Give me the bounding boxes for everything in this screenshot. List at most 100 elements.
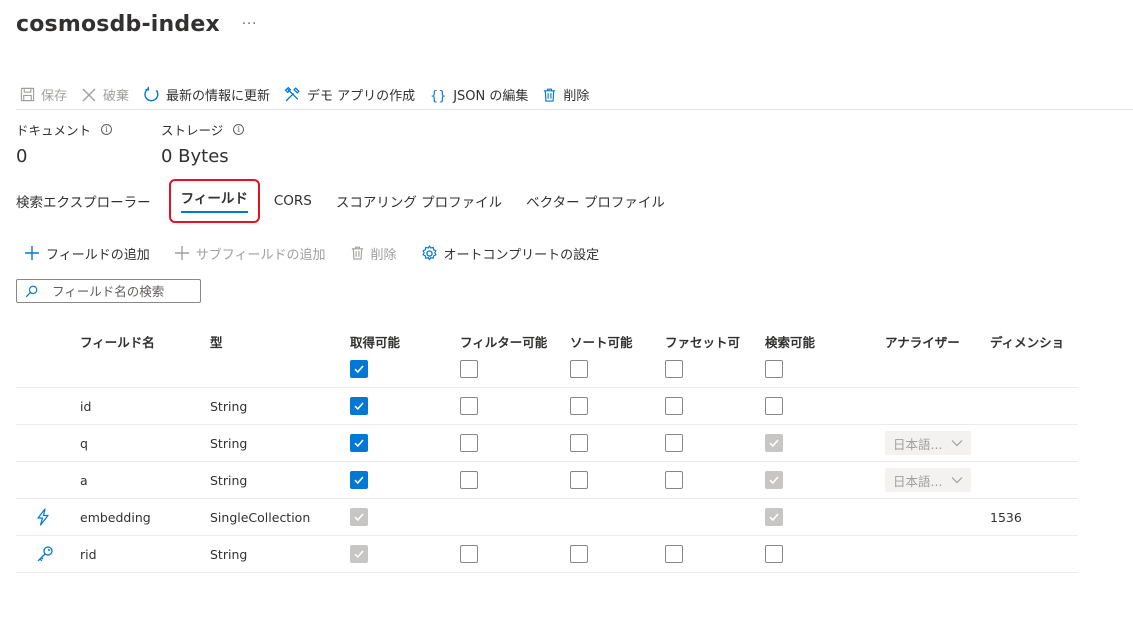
chevron-down-icon (951, 440, 963, 447)
svg-text:{}: {} (430, 89, 447, 103)
filterable-checkbox[interactable] (460, 397, 478, 415)
field-search-input[interactable] (52, 283, 192, 299)
fields-table: フィールド名 型 取得可能 フィルター可能 ソート可能 ファセット可 検索可能 … (16, 322, 1078, 573)
analyzer-dropdown: 日本語... (885, 468, 971, 492)
column-header-retrievable[interactable]: 取得可能 (350, 332, 400, 351)
retrievable-checkbox[interactable] (350, 397, 368, 415)
tab-scoring-profiles[interactable]: スコアリング プロファイル (336, 191, 502, 211)
create-demo-app-label: デモ アプリの作成 (307, 89, 416, 104)
select-all-filterable-checkbox[interactable] (460, 360, 478, 378)
table-row[interactable]: embedding SingleCollection 1536 (16, 499, 1078, 536)
filterable-checkbox[interactable] (460, 434, 478, 452)
delete-index-button[interactable]: 削除 (538, 81, 593, 109)
edit-json-button[interactable]: {} JSON の編集 (425, 81, 532, 109)
field-type: SingleCollection (210, 509, 311, 525)
sortable-checkbox[interactable] (570, 434, 588, 452)
braces-icon: {} (430, 89, 447, 103)
title-row: cosmosdb-index ··· (16, 8, 257, 40)
tab-cors[interactable]: CORS (274, 193, 312, 209)
discard-button[interactable]: 破棄 (77, 81, 133, 109)
table-row[interactable]: id String (16, 388, 1078, 425)
trash-icon (544, 88, 556, 102)
field-type: String (210, 472, 248, 488)
facetable-checkbox[interactable] (665, 434, 683, 452)
column-header-facetable[interactable]: ファセット可 (665, 332, 745, 351)
fields-commandbar: フィールドの追加 サブフィールドの追加 削除 オートコンプリートの設定 (24, 240, 623, 266)
column-header-filterable[interactable]: フィルター可能 (460, 332, 550, 351)
analyzer-value: 日本語... (893, 436, 943, 452)
select-all-retrievable-checkbox[interactable] (350, 360, 368, 378)
select-all-sortable-checkbox[interactable] (570, 360, 588, 378)
metrics: ドキュメント i 0 ストレージ i 0 Bytes (16, 120, 306, 167)
save-icon (20, 87, 35, 102)
refresh-button[interactable]: 最新の情報に更新 (139, 81, 274, 109)
field-name[interactable]: rid (80, 536, 97, 572)
storage-label: ストレージ (161, 122, 224, 138)
facetable-checkbox[interactable] (665, 545, 683, 563)
select-all-searchable-checkbox[interactable] (765, 360, 783, 378)
retrievable-checkbox[interactable] (350, 471, 368, 489)
more-options-button[interactable]: ··· (242, 17, 257, 32)
column-header-type[interactable]: 型 (210, 332, 223, 351)
facetable-checkbox[interactable] (665, 471, 683, 489)
autocomplete-settings-button[interactable]: オートコンプリートの設定 (421, 244, 600, 263)
field-name[interactable]: embedding (80, 499, 151, 535)
analyzer-dropdown: 日本語... (885, 431, 971, 455)
field-name[interactable]: q (80, 425, 88, 461)
searchable-checkbox[interactable] (765, 397, 783, 415)
save-button[interactable]: 保存 (16, 81, 71, 109)
field-search-box[interactable] (16, 279, 201, 303)
refresh-label: 最新の情報に更新 (166, 89, 271, 104)
field-type: String (210, 435, 248, 451)
retrievable-checkbox (350, 508, 368, 526)
facetable-checkbox[interactable] (665, 397, 683, 415)
sortable-checkbox[interactable] (570, 471, 588, 489)
plus-icon (174, 246, 189, 260)
documents-metric: ドキュメント i 0 (16, 120, 161, 167)
delete-index-label: 削除 (563, 89, 590, 104)
dimensions-value: 1536 (990, 509, 1022, 525)
field-type: String (210, 398, 248, 414)
tab-vector-profiles[interactable]: ベクター プロファイル (526, 191, 665, 211)
analyzer-value: 日本語... (893, 473, 943, 489)
table-row[interactable]: rid String (16, 536, 1078, 573)
filterable-checkbox[interactable] (460, 545, 478, 563)
autocomplete-settings-label: オートコンプリートの設定 (443, 247, 600, 263)
tab-search-explorer[interactable]: 検索エクスプローラー (16, 191, 151, 211)
discard-label: 破棄 (103, 89, 130, 104)
sortable-checkbox[interactable] (570, 545, 588, 563)
searchable-checkbox (765, 434, 783, 452)
sortable-checkbox[interactable] (570, 397, 588, 415)
toolbar: 保存 破棄 最新の情報に更新 デモ アプリの作成 {} JSON の編集 削除 (16, 80, 1133, 110)
table-row[interactable]: q String 日本語... (16, 425, 1078, 462)
column-header-searchable[interactable]: 検索可能 (765, 332, 815, 351)
close-icon (82, 88, 96, 101)
field-name[interactable]: id (80, 388, 91, 424)
info-icon[interactable]: i (101, 123, 113, 135)
filterable-checkbox[interactable] (460, 471, 478, 489)
searchable-checkbox[interactable] (765, 545, 783, 563)
create-demo-app-button[interactable]: デモ アプリの作成 (280, 81, 419, 109)
chevron-down-icon (951, 477, 963, 484)
retrievable-checkbox[interactable] (350, 434, 368, 452)
table-row[interactable]: a String 日本語... (16, 462, 1078, 499)
column-header-sortable[interactable]: ソート可能 (570, 332, 633, 351)
tab-fields[interactable]: フィールド (168, 179, 260, 223)
searchable-checkbox (765, 508, 783, 526)
table-header: フィールド名 型 取得可能 フィルター可能 ソート可能 ファセット可 検索可能 … (16, 322, 1078, 388)
info-icon[interactable]: i (233, 123, 245, 135)
searchable-checkbox (765, 471, 783, 489)
column-header-analyzer[interactable]: アナライザー (885, 332, 960, 351)
column-header-name[interactable]: フィールド名 (80, 332, 155, 351)
column-header-dimensions[interactable]: ディメンショ (990, 332, 1076, 351)
field-type: String (210, 546, 248, 562)
delete-field-label: 削除 (370, 247, 397, 263)
select-all-facetable-checkbox[interactable] (665, 360, 683, 378)
retrievable-checkbox (350, 545, 368, 563)
add-subfield-button[interactable]: サブフィールドの追加 (174, 244, 326, 263)
add-field-button[interactable]: フィールドの追加 (24, 244, 150, 263)
documents-value: 0 (16, 146, 28, 167)
refresh-icon (144, 86, 159, 102)
delete-field-button[interactable]: 削除 (350, 244, 397, 263)
field-name[interactable]: a (80, 462, 88, 498)
